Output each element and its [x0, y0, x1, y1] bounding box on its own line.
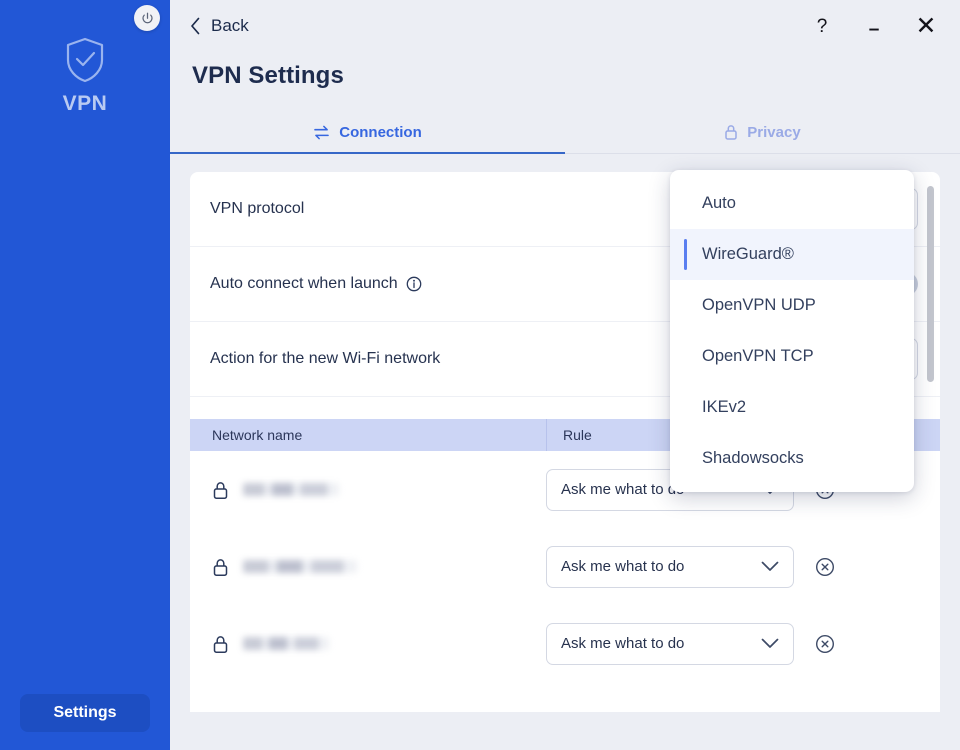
page-title: VPN Settings: [170, 52, 960, 90]
chevron-down-icon: [761, 561, 779, 572]
tab-bar: Connection Privacy: [170, 118, 960, 154]
setting-label-text: VPN protocol: [210, 200, 304, 218]
dropdown-option-ikev2[interactable]: IKEv2: [670, 382, 914, 433]
main-panel: Back ? – ✕ VPN Settings Connection: [170, 0, 960, 750]
dropdown-option-wireguard[interactable]: WireGuard®: [670, 229, 914, 280]
table-row: Ask me what to do: [190, 605, 940, 682]
lock-icon: [212, 634, 229, 654]
shield-check-icon: [63, 36, 107, 84]
network-name-masked: [243, 637, 329, 650]
power-icon: [140, 11, 155, 26]
tab-connection-label: Connection: [339, 124, 422, 141]
scrollbar-thumb[interactable]: [927, 186, 934, 382]
setting-label: VPN protocol: [210, 200, 304, 218]
column-header-rule: Rule: [546, 419, 592, 451]
close-button[interactable]: ✕: [914, 14, 938, 38]
dropdown-option-openvpn-udp[interactable]: OpenVPN UDP: [670, 280, 914, 331]
dropdown-option-shadowsocks[interactable]: Shadowsocks: [670, 433, 914, 484]
dropdown-option-auto[interactable]: Auto: [670, 178, 914, 229]
scrollbar-track[interactable]: [930, 172, 937, 712]
tab-connection[interactable]: Connection: [170, 118, 565, 154]
sidebar: VPN Settings: [0, 0, 170, 750]
setting-label: Auto connect when launch: [210, 275, 422, 293]
info-icon[interactable]: [406, 276, 422, 292]
rule-value: Ask me what to do: [561, 635, 684, 652]
network-name-masked: [243, 483, 339, 496]
help-button[interactable]: ?: [810, 14, 834, 38]
settings-button[interactable]: Settings: [20, 694, 150, 732]
rule-select[interactable]: Ask me what to do: [546, 623, 794, 665]
lock-icon: [212, 480, 229, 500]
minimize-button[interactable]: –: [862, 14, 886, 38]
column-header-network-name: Network name: [190, 427, 546, 443]
back-button[interactable]: Back: [184, 12, 255, 40]
chevron-down-icon: [761, 638, 779, 649]
brand-logo: VPN: [0, 36, 170, 116]
chevron-left-icon: [190, 17, 201, 35]
tab-privacy[interactable]: Privacy: [565, 118, 960, 154]
power-button[interactable]: [134, 5, 160, 31]
dropdown-option-openvpn-tcp[interactable]: OpenVPN TCP: [670, 331, 914, 382]
transfer-arrows-icon: [313, 125, 330, 140]
vpn-settings-window: VPN Settings Back ? – ✕ VPN Settings: [0, 0, 960, 750]
table-row: Ask me what to do: [190, 528, 940, 605]
setting-label: Action for the new Wi-Fi network: [210, 350, 440, 368]
tab-privacy-label: Privacy: [747, 124, 800, 141]
network-name-masked: [243, 560, 357, 573]
lock-icon: [724, 124, 738, 140]
setting-label-text: Action for the new Wi-Fi network: [210, 350, 440, 368]
network-name-cell: [212, 480, 546, 500]
rule-value: Ask me what to do: [561, 558, 684, 575]
lock-icon: [212, 557, 229, 577]
rule-cell: Ask me what to do: [546, 623, 836, 665]
rule-value: Ask me what to do: [561, 481, 684, 498]
vpn-protocol-dropdown-menu: Auto WireGuard® OpenVPN UDP OpenVPN TCP …: [670, 170, 914, 492]
setting-label-text: Auto connect when launch: [210, 275, 398, 293]
brand-label: VPN: [63, 92, 108, 116]
circle-x-icon[interactable]: [814, 633, 836, 655]
circle-x-icon[interactable]: [814, 556, 836, 578]
titlebar: Back ? – ✕: [170, 0, 960, 52]
window-controls: ? – ✕: [810, 14, 938, 38]
rule-select[interactable]: Ask me what to do: [546, 546, 794, 588]
back-label: Back: [211, 16, 249, 36]
network-name-cell: [212, 634, 546, 654]
network-name-cell: [212, 557, 546, 577]
rule-cell: Ask me what to do: [546, 546, 836, 588]
